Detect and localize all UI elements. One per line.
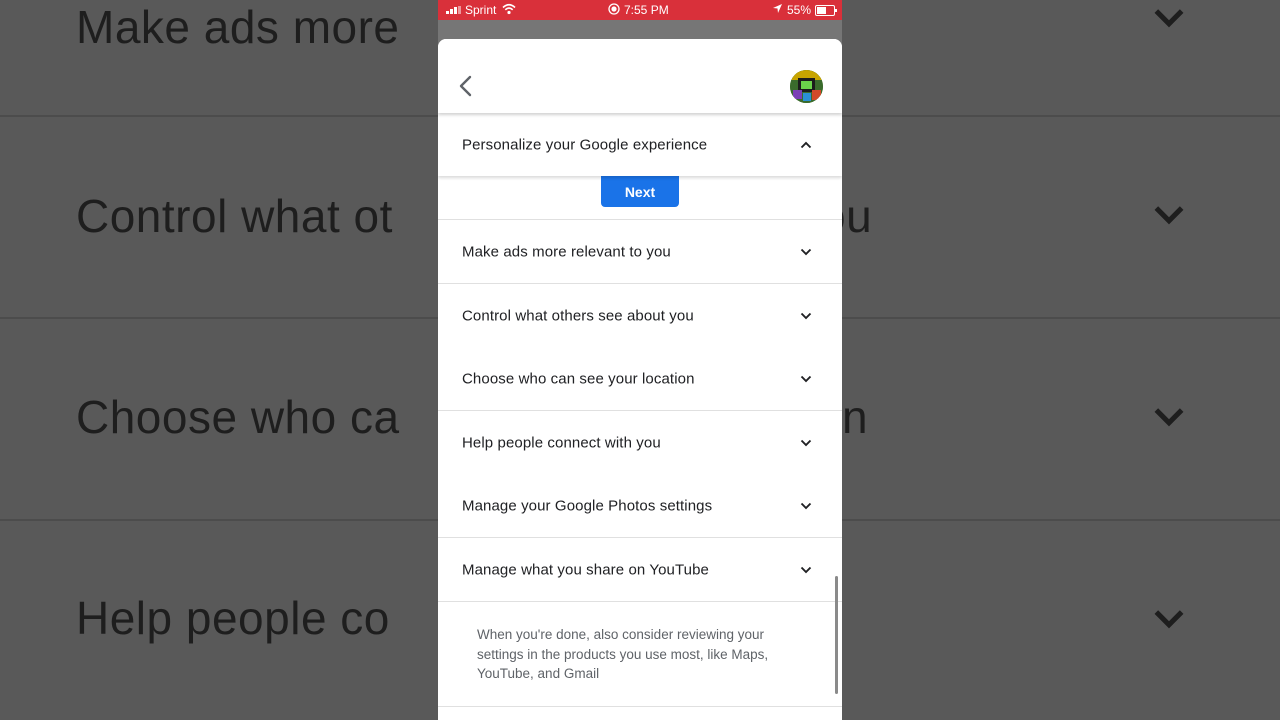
chevron-down-icon xyxy=(1154,408,1184,427)
chevron-down-icon xyxy=(800,439,812,446)
privacy-checkup-card: Personalize your Google experience Next … xyxy=(438,39,842,720)
clock: 7:55 PM xyxy=(624,3,669,17)
chevron-down-icon xyxy=(800,248,812,255)
section-photos[interactable]: Manage your Google Photos settings xyxy=(438,474,842,538)
section-ads[interactable]: Make ads more relevant to you xyxy=(438,220,842,284)
section-label: Control what others see about you xyxy=(462,307,694,324)
bg-label: Choose who ca xyxy=(76,391,400,443)
section-youtube[interactable]: Manage what you share on YouTube xyxy=(438,538,842,602)
battery-percent: 55% xyxy=(787,3,812,17)
carrier-name: Sprint xyxy=(465,3,497,17)
section-label: Manage your Google Photos settings xyxy=(462,497,713,514)
wifi-icon xyxy=(502,3,516,15)
section-label: Make ads more relevant to you xyxy=(462,243,671,260)
bg-label-right: n xyxy=(842,391,869,443)
avatar-image xyxy=(790,70,823,103)
section-others-see[interactable]: Control what others see about you xyxy=(438,284,842,348)
section-label: Choose who can see your location xyxy=(462,370,695,387)
avatar[interactable] xyxy=(790,70,823,103)
battery-icon xyxy=(815,5,837,16)
chevron-down-icon xyxy=(800,502,812,509)
arrow-back-icon[interactable] xyxy=(456,74,478,98)
section-label: Personalize your Google experience xyxy=(462,136,708,153)
chevron-down-icon xyxy=(800,566,812,573)
chevron-down-icon xyxy=(1154,610,1184,629)
card-header xyxy=(438,39,842,113)
chevron-down-icon xyxy=(1154,9,1184,28)
screen-record-icon xyxy=(608,3,620,15)
scrollbar[interactable] xyxy=(835,576,838,694)
chevron-up-icon xyxy=(800,141,812,148)
divider xyxy=(438,706,842,707)
bg-label: Help people co xyxy=(76,592,390,644)
location-arrow-icon xyxy=(773,4,782,13)
bg-label: Make ads more xyxy=(76,1,400,53)
chevron-down-icon xyxy=(800,375,812,382)
section-personalize[interactable]: Personalize your Google experience xyxy=(438,113,842,176)
section-label: Manage what you share on YouTube xyxy=(462,561,709,578)
section-connect[interactable]: Help people connect with you xyxy=(438,411,842,475)
section-location[interactable]: Choose who can see your location xyxy=(438,347,842,411)
footer-note: When you're done, also consider reviewin… xyxy=(477,627,769,681)
status-bar: Sprint 7:55 PM 55% xyxy=(438,0,842,20)
phone-screen: Sprint 7:55 PM 55% Personalize your Goog… xyxy=(438,0,842,720)
chevron-down-icon xyxy=(800,312,812,319)
chevron-down-icon xyxy=(1154,206,1184,225)
next-button[interactable]: Next xyxy=(601,176,679,207)
signal-icon xyxy=(446,6,461,14)
bg-label: Control what ot xyxy=(76,190,393,242)
section-label: Help people connect with you xyxy=(462,434,661,451)
